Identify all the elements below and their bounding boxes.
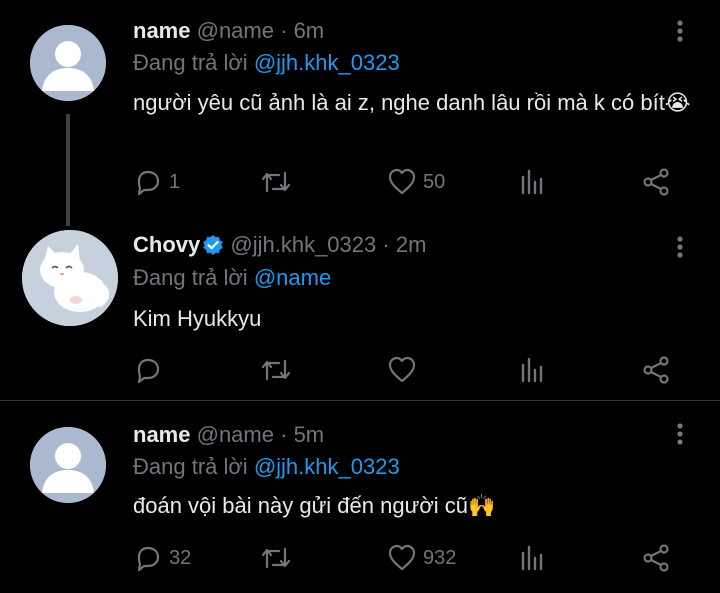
like-count: 50: [423, 170, 446, 193]
retweet-button[interactable]: [259, 164, 293, 200]
analytics-icon: [521, 357, 543, 383]
mention-link[interactable]: @jjh.khk_0323: [254, 50, 400, 75]
reply-count: 1: [169, 170, 181, 193]
reply-count: 32: [169, 546, 192, 569]
default-avatar-icon: [30, 427, 106, 503]
like-count: 932: [423, 546, 457, 569]
tweet-text: Kim Hyukkyu: [133, 306, 262, 331]
like-button[interactable]: [387, 352, 423, 388]
tweet-text: người yêu cũ ảnh là ai z, nghe danh lâu …: [133, 90, 691, 115]
action-bar: 1 50: [133, 164, 693, 200]
heart-icon: [388, 168, 416, 195]
reply-button[interactable]: 1: [133, 164, 180, 200]
timestamp[interactable]: 5m: [294, 422, 325, 447]
handle[interactable]: @name: [197, 422, 274, 447]
like-button[interactable]: 932: [387, 540, 456, 576]
tweet[interactable]: Chovy @jjh.khk_0323 · 2m Đang trả lời @n…: [0, 220, 720, 400]
timestamp[interactable]: 2m: [396, 232, 427, 257]
analytics-button[interactable]: [519, 540, 547, 576]
replying-to: Đang trả lời @name: [133, 265, 331, 291]
replying-prefix: Đang trả lời: [133, 50, 248, 75]
share-icon: [643, 356, 669, 384]
reply-icon: [137, 358, 160, 384]
analytics-icon: [521, 169, 543, 195]
retweet-icon: [261, 547, 291, 569]
analytics-icon: [521, 545, 543, 571]
more-options-icon[interactable]: [670, 419, 690, 449]
replying-prefix: Đang trả lời: [133, 454, 248, 479]
mention-link[interactable]: @jjh.khk_0323: [254, 454, 400, 479]
retweet-button[interactable]: [259, 540, 293, 576]
share-button[interactable]: [641, 352, 671, 388]
replying-to: Đang trả lời @jjh.khk_0323: [133, 454, 400, 480]
like-button[interactable]: 50: [387, 164, 445, 200]
avatar[interactable]: [22, 230, 118, 326]
tweet[interactable]: name @name · 6m Đang trả lời @jjh.khk_03…: [0, 0, 720, 226]
tweet-header: name @name · 5m: [133, 422, 324, 448]
heart-icon: [388, 356, 416, 383]
tweet[interactable]: name @name · 5m Đang trả lời @jjh.khk_03…: [0, 401, 720, 593]
action-bar: 32 932: [133, 540, 693, 576]
default-avatar-icon: [30, 25, 106, 101]
avatar[interactable]: [30, 427, 106, 503]
reply-button[interactable]: 32: [133, 540, 191, 576]
separator: ·: [280, 18, 288, 43]
cat-avatar-icon: [22, 230, 118, 326]
share-button[interactable]: [641, 540, 671, 576]
retweet-button[interactable]: [259, 352, 293, 388]
share-icon: [643, 544, 669, 572]
display-name[interactable]: name: [133, 18, 190, 43]
handle[interactable]: @name: [197, 18, 274, 43]
heart-icon: [388, 544, 416, 571]
more-options-icon[interactable]: [670, 232, 690, 262]
display-name[interactable]: name: [133, 422, 190, 447]
reply-button[interactable]: [133, 352, 169, 388]
separator: ·: [382, 232, 390, 257]
action-bar: [133, 352, 693, 388]
timestamp[interactable]: 6m: [294, 18, 325, 43]
separator: ·: [280, 422, 288, 447]
mention-link[interactable]: @name: [254, 265, 331, 290]
share-button[interactable]: [641, 164, 671, 200]
tweet-text: đoán vội bài này gửi đến người cũ🙌: [133, 493, 496, 518]
verified-badge-icon: [203, 235, 224, 255]
handle[interactable]: @jjh.khk_0323: [230, 232, 376, 257]
replying-prefix: Đang trả lời: [133, 265, 248, 290]
share-icon: [643, 168, 669, 196]
more-options-icon[interactable]: [670, 16, 690, 46]
analytics-button[interactable]: [519, 164, 547, 200]
tweet-header: Chovy @jjh.khk_0323 · 2m: [133, 232, 426, 258]
reply-icon: [137, 546, 160, 572]
thread-line: [66, 114, 70, 226]
retweet-icon: [261, 171, 291, 193]
avatar[interactable]: [30, 25, 106, 101]
retweet-icon: [261, 359, 291, 381]
reply-icon: [137, 170, 160, 196]
display-name[interactable]: Chovy: [133, 232, 200, 257]
analytics-button[interactable]: [519, 352, 547, 388]
tweet-header: name @name · 6m: [133, 18, 324, 44]
replying-to: Đang trả lời @jjh.khk_0323: [133, 50, 400, 76]
